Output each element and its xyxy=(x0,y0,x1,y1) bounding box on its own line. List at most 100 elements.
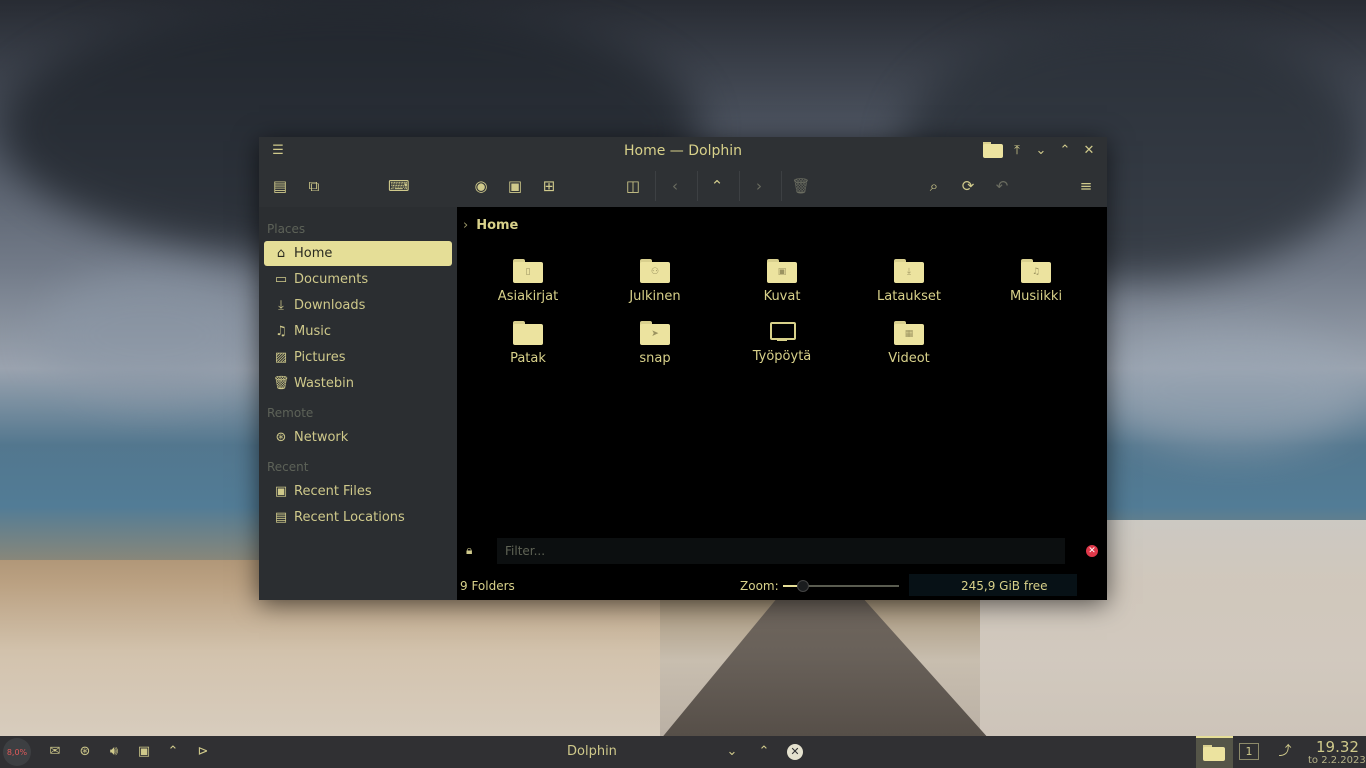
zoom-slider[interactable] xyxy=(783,580,899,592)
close-task-icon[interactable]: ✕ xyxy=(787,744,803,760)
sidebar-item-music[interactable]: ♫ Music xyxy=(264,319,452,344)
file-item[interactable]: ➤ snap xyxy=(600,321,710,377)
new-tab-icon[interactable]: ⧉ xyxy=(304,176,324,196)
places-panel: Places ⌂ Home ▭ Documents ⤓ Downloads ♫ … xyxy=(259,207,457,600)
filter-bar: 🔒︎ ✕ xyxy=(457,537,1107,565)
file-item[interactable]: ⚇ Julkinen xyxy=(600,259,710,315)
preview-icon[interactable]: ◉ xyxy=(471,176,491,196)
home-icon: ⌂ xyxy=(276,246,286,261)
file-item[interactable]: ▯ Asiakirjat xyxy=(473,259,583,315)
toolbar-separator xyxy=(655,171,656,201)
sidebar-item-pictures[interactable]: ▨ Pictures xyxy=(264,345,452,370)
split-view-icon[interactable]: ◫ xyxy=(623,176,643,196)
toolbar-separator xyxy=(781,171,782,201)
network-tray-icon[interactable]: ▣ xyxy=(136,744,152,760)
updates-icon[interactable]: ⊛ xyxy=(77,744,93,760)
sidebar-item-recent-locations[interactable]: ▤ Recent Locations xyxy=(264,505,452,530)
breadcrumb[interactable]: › Home xyxy=(463,218,518,233)
filter-input[interactable] xyxy=(497,538,1065,564)
view-mode-icon[interactable]: ▤ xyxy=(270,176,290,196)
minimize-icon[interactable]: ⌄ xyxy=(1032,142,1050,160)
recent-locations-icon: ▤ xyxy=(274,510,288,525)
breadcrumb-home[interactable]: Home xyxy=(476,218,518,233)
maximize-task-icon[interactable]: ⌃ xyxy=(756,744,772,760)
sidebar-item-documents[interactable]: ▭ Documents xyxy=(264,267,452,292)
sidebar-item-label: Recent Locations xyxy=(294,510,405,525)
pictures-icon: ▨ xyxy=(274,350,288,365)
activity-icon[interactable]: ⤴ xyxy=(1277,744,1293,760)
chevron-right-icon[interactable]: › xyxy=(463,218,468,233)
cpu-monitor[interactable]: 8,0% xyxy=(3,738,31,766)
toolbar: ▤ ⧉ ⌨ ◉ ▣ ⊞ ◫ ‹ ⌃ › 🗑 ⌕ ⟳ ↶ ≡ xyxy=(259,165,1107,207)
zoom-slider-fill xyxy=(783,585,797,587)
file-name: Musiikki xyxy=(1009,289,1063,304)
hamburger-menu-icon[interactable]: ≡ xyxy=(1076,176,1096,196)
desktop-number: 1 xyxy=(1245,745,1253,758)
folder-public-icon: ⚇ xyxy=(640,259,670,283)
clock-time[interactable]: 19.32 xyxy=(1316,738,1359,756)
folder-videos-icon: ▦ xyxy=(894,321,924,345)
clock-date[interactable]: to 2.2.2023 xyxy=(1308,755,1366,766)
terminal-icon[interactable]: ⌨ xyxy=(388,176,410,196)
keep-above-icon[interactable]: ⤒ xyxy=(1008,142,1026,160)
back-icon[interactable]: ‹ xyxy=(665,176,685,196)
forward-icon[interactable]: › xyxy=(749,176,769,196)
sidebar-item-label: Wastebin xyxy=(294,376,354,391)
folder-music-icon: ♫ xyxy=(1021,259,1051,283)
minimize-task-icon[interactable]: ⌄ xyxy=(724,744,740,760)
file-item[interactable]: ♫ Musiikki xyxy=(981,259,1091,315)
app-folder-icon xyxy=(982,142,1004,160)
new-folder-icon[interactable]: ⊞ xyxy=(539,176,559,196)
expand-tray-icon[interactable]: ⌃ xyxy=(165,744,181,760)
title-bar[interactable]: ☰ Home — Dolphin ⤒ ⌄ ⌃ ✕ xyxy=(259,137,1107,165)
clear-filter-icon[interactable]: ✕ xyxy=(1086,545,1098,557)
lock-icon[interactable]: 🔒︎ xyxy=(466,543,472,558)
free-space-label: 245,9 GiB free xyxy=(961,579,1048,593)
documents-icon: ▭ xyxy=(274,272,288,287)
zoom-slider-handle[interactable] xyxy=(797,580,809,592)
volume-icon[interactable]: 🔊︎ xyxy=(106,744,122,760)
folder-icon xyxy=(513,321,543,345)
sidebar-item-wastebin[interactable]: 🗑 Wastebin xyxy=(264,371,452,396)
file-name: Lataukset xyxy=(877,289,941,304)
media-player-icon[interactable]: ⊳ xyxy=(195,744,211,760)
downloads-icon: ⤓ xyxy=(278,298,284,313)
dolphin-window: ☰ Home — Dolphin ⤒ ⌄ ⌃ ✕ ▤ ⧉ ⌨ ◉ ▣ ⊞ ◫ ‹… xyxy=(259,137,1107,600)
file-item[interactable]: ⤓ Lataukset xyxy=(854,259,964,315)
sidebar-item-recent-files[interactable]: ▣ Recent Files xyxy=(264,479,452,504)
mail-icon[interactable]: ✉ xyxy=(47,744,63,760)
folder-documents-icon: ▯ xyxy=(513,259,543,283)
file-item[interactable]: Työpöytä xyxy=(727,321,837,377)
taskbar-window-label[interactable]: Dolphin xyxy=(567,744,617,759)
close-icon[interactable]: ✕ xyxy=(1080,142,1098,160)
file-name: Työpöytä xyxy=(752,349,812,364)
reload-icon[interactable]: ⟳ xyxy=(958,176,978,196)
zoom-label: Zoom: xyxy=(740,579,779,593)
cpu-label: 8,0% xyxy=(6,748,28,757)
sidebar-item-label: Music xyxy=(294,324,331,339)
recent-header: Recent xyxy=(267,460,309,474)
maximize-icon[interactable]: ⌃ xyxy=(1056,142,1074,160)
up-icon[interactable]: ⌃ xyxy=(707,176,727,196)
sidebar-item-network[interactable]: ⊛ Network xyxy=(264,425,452,450)
sidebar-item-home[interactable]: ⌂ Home xyxy=(264,241,452,266)
delete-icon[interactable]: 🗑 xyxy=(791,176,811,196)
undo-icon[interactable]: ↶ xyxy=(992,176,1012,196)
image-icon[interactable]: ▣ xyxy=(505,176,525,196)
folder-downloads-icon: ⤓ xyxy=(894,259,924,283)
window-title: Home — Dolphin xyxy=(623,143,742,159)
file-name: Kuvat xyxy=(763,289,801,304)
file-view: › Home ▯ Asiakirjat ⚇ Julkinen ▣ Kuvat ⤓ … xyxy=(457,207,1107,600)
file-name: Julkinen xyxy=(629,289,681,304)
network-icon: ⊛ xyxy=(275,430,287,445)
folder-count: 9 Folders xyxy=(460,579,515,593)
file-name: Asiakirjat xyxy=(497,289,559,304)
virtual-desktop-pager[interactable]: 1 xyxy=(1239,743,1259,760)
file-item[interactable]: Patak xyxy=(473,321,583,377)
folder-snap-icon: ➤ xyxy=(640,321,670,345)
sidebar-item-downloads[interactable]: ⤓ Downloads xyxy=(264,293,452,318)
taskbar-dolphin-button[interactable] xyxy=(1196,736,1233,768)
file-item[interactable]: ▣ Kuvat xyxy=(727,259,837,315)
search-icon[interactable]: ⌕ xyxy=(924,176,944,196)
file-item[interactable]: ▦ Videot xyxy=(854,321,964,377)
